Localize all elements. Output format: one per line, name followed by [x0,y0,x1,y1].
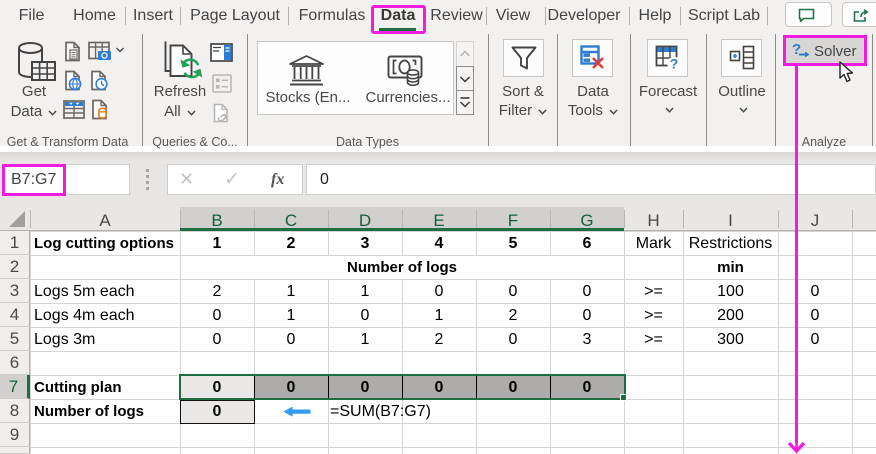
svg-text:?: ? [670,56,679,72]
